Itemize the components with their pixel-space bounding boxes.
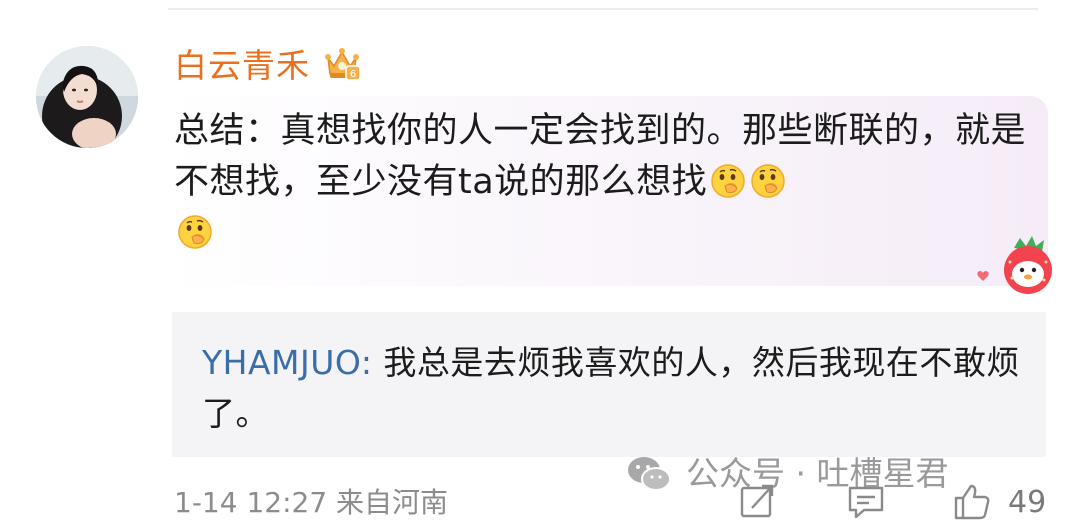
- reply-body: YHAMJUO: 我总是去烦我喜欢的人，然后我现在不敢烦了。: [202, 337, 1022, 439]
- wechat-icon: [628, 457, 671, 491]
- comment-text: 总结：真想找你的人一定会找到的。那些断联的，就是不想找，至少没有ta说的那么想找: [174, 111, 1027, 202]
- like-icon[interactable]: [952, 482, 992, 522]
- comment-body: 总结：真想找你的人一定会找到的。那些断联的，就是不想找，至少没有ta说的那么想找: [174, 106, 1034, 259]
- thinking-face-emoji: [749, 162, 787, 200]
- comment-meta: 1-14 12:27 来自河南: [174, 486, 449, 519]
- vip-crown-badge-icon[interactable]: 6: [322, 44, 362, 82]
- reply-separator: :: [360, 343, 373, 382]
- reply-author[interactable]: YHAMJUO: [202, 343, 361, 382]
- thinking-face-emoji: [176, 213, 214, 251]
- share-icon[interactable]: [738, 482, 778, 522]
- avatar[interactable]: [36, 46, 138, 148]
- top-divider: [168, 8, 1038, 10]
- watermark: 公众号 · 吐槽星君: [626, 452, 948, 496]
- thinking-face-emoji: [709, 162, 747, 200]
- like-count: 49: [1008, 485, 1047, 520]
- avatar-image: [36, 46, 138, 148]
- comment-icon[interactable]: [846, 482, 886, 522]
- strawberry-mascot-icon: [1004, 236, 1052, 294]
- svg-text:6: 6: [350, 69, 356, 80]
- watermark-text: 公众号 · 吐槽星君: [686, 454, 949, 493]
- heart-icon: [977, 271, 989, 281]
- username[interactable]: 白云青禾: [174, 46, 310, 86]
